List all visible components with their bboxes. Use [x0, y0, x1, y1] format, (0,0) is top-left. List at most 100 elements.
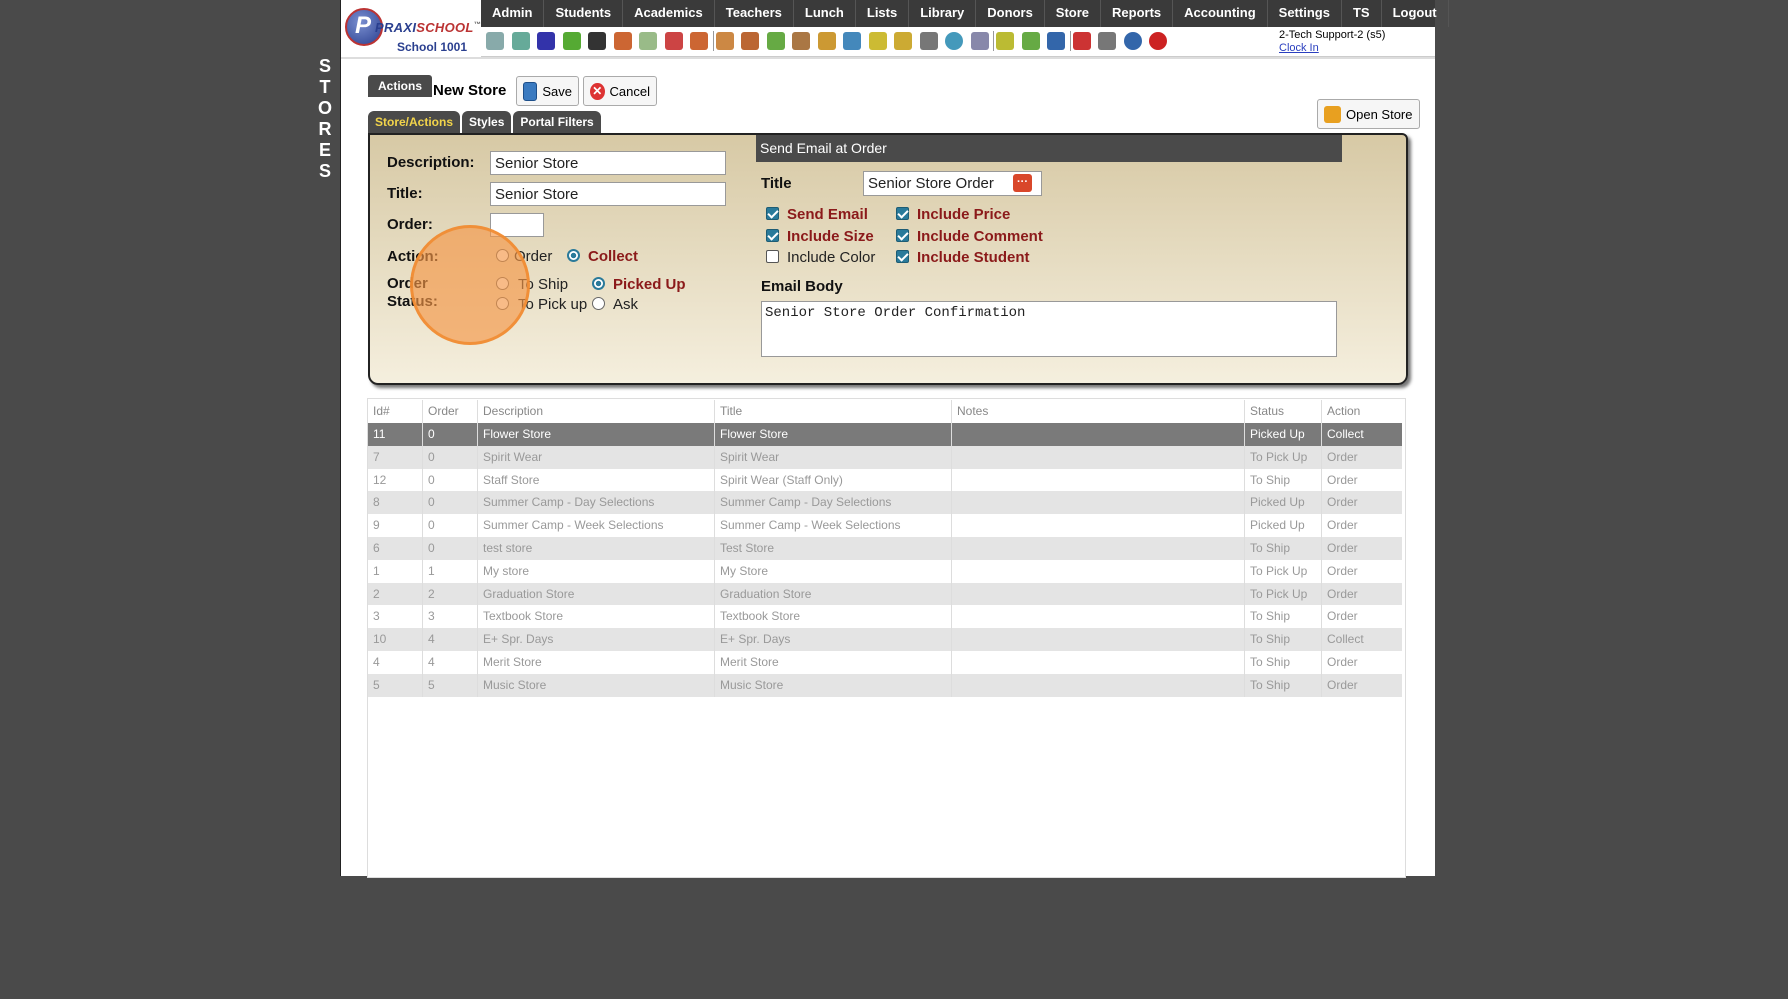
- tab-store-actions[interactable]: Store/Actions: [368, 111, 461, 133]
- table-row[interactable]: 12 0 Staff Store Spirit Wear (Staff Only) To…: [368, 468, 1402, 492]
- help-icon[interactable]: [1123, 32, 1142, 50]
- table-cell: 5: [373, 677, 380, 692]
- speaker-icon[interactable]: [613, 32, 632, 50]
- table-row[interactable]: 1 1 My store My Store To Pick Up Order: [368, 559, 1402, 583]
- table-cell: To Ship: [1244, 673, 1321, 697]
- group-icon[interactable]: [792, 32, 810, 50]
- status-radio-ask[interactable]: [592, 297, 605, 310]
- status-radio-to-pick-up[interactable]: [496, 297, 509, 310]
- actions-tab[interactable]: Actions: [368, 75, 432, 97]
- column-header[interactable]: Action: [1321, 400, 1402, 423]
- table-row[interactable]: 3 3 Textbook Store Textbook Store To Ship Ord…: [368, 605, 1402, 629]
- phone-icon[interactable]: [588, 32, 606, 50]
- send-email-checkbox[interactable]: [766, 207, 779, 220]
- nav-teachers[interactable]: Teachers: [715, 0, 794, 27]
- power-icon[interactable]: [1149, 32, 1167, 50]
- mail-icon[interactable]: [894, 32, 912, 50]
- machine-icon[interactable]: [1098, 32, 1116, 50]
- grid-icon[interactable]: [639, 32, 657, 50]
- table-row[interactable]: 2 2 Graduation Store Graduation Store To Pic…: [368, 582, 1402, 606]
- include-student-checkbox[interactable]: [896, 250, 909, 263]
- nav-ts[interactable]: TS: [1342, 0, 1382, 27]
- calendar-grid-icon[interactable]: [511, 32, 530, 50]
- nav-settings[interactable]: Settings: [1268, 0, 1342, 27]
- table-row[interactable]: 4 4 Merit Store Merit Store To Ship Order: [368, 651, 1402, 674]
- clock-in-link[interactable]: Clock In: [1279, 42, 1385, 55]
- column-header[interactable]: Description: [477, 400, 714, 423]
- include-price-checkbox[interactable]: [896, 207, 909, 220]
- open-store-button[interactable]: Open Store: [1317, 99, 1420, 129]
- nav-accounting[interactable]: Accounting: [1173, 0, 1268, 27]
- column-header[interactable]: Title: [714, 400, 951, 423]
- document-icon[interactable]: [970, 32, 989, 50]
- book-icon[interactable]: [843, 32, 861, 50]
- printer-icon[interactable]: [1021, 32, 1040, 50]
- at-icon[interactable]: [537, 32, 555, 50]
- tab-portal-filters[interactable]: Portal Filters: [513, 111, 601, 133]
- column-header[interactable]: Order: [422, 400, 477, 423]
- column-header[interactable]: Id#: [368, 400, 422, 423]
- table-row[interactable]: 5 5 Music Store Music Store To Ship Order: [368, 673, 1402, 697]
- include-color-label: Include Color: [787, 249, 876, 266]
- chat-icon[interactable]: [562, 32, 581, 50]
- nav-store[interactable]: Store: [1045, 0, 1102, 27]
- nav-lists[interactable]: Lists: [856, 0, 910, 27]
- nav-logout[interactable]: Logout: [1382, 0, 1449, 27]
- email-body-textarea[interactable]: Senior Store Order Confirmation: [761, 301, 1337, 357]
- nav-academics[interactable]: Academics: [623, 0, 715, 27]
- table-row[interactable]: 11 0 Flower Store Flower Store Picked Up Coll…: [368, 423, 1402, 446]
- side-letter: S: [318, 161, 331, 181]
- clock-icon[interactable]: [945, 32, 963, 50]
- table-cell: [951, 423, 1244, 446]
- nav-lunch[interactable]: Lunch: [794, 0, 856, 27]
- order-input[interactable]: [490, 213, 544, 237]
- table-cell: 11: [373, 427, 386, 441]
- praxischool-logo[interactable]: P PRAXISCHOOL™ School 1001: [341, 0, 481, 56]
- table-row[interactable]: 7 0 Spirit Wear Spirit Wear To Pick Up Order: [368, 445, 1402, 469]
- ap-icon[interactable]: [1047, 32, 1065, 50]
- cancel-button[interactable]: ✕ Cancel: [583, 76, 657, 106]
- order-label: Order:: [387, 216, 433, 233]
- include-color-checkbox[interactable]: [766, 250, 779, 263]
- status-radio-to-ship[interactable]: [496, 277, 509, 290]
- column-header[interactable]: Status: [1244, 400, 1321, 423]
- card-icon[interactable]: [996, 32, 1014, 50]
- nav-admin[interactable]: Admin: [481, 0, 545, 27]
- save-button[interactable]: Save: [516, 76, 579, 106]
- table-row[interactable]: 9 0 Summer Camp - Week Selections Summer Ca…: [368, 514, 1402, 538]
- include-comment-checkbox[interactable]: [896, 229, 909, 242]
- tab-styles[interactable]: Styles: [462, 111, 512, 133]
- calendar-icon[interactable]: [664, 32, 683, 50]
- search-icon[interactable]: [486, 32, 504, 50]
- megaphone-icon[interactable]: [690, 32, 708, 50]
- pencil-icon[interactable]: [766, 32, 785, 50]
- table-cell: 10: [373, 632, 387, 647]
- include-student-label: Include Student: [917, 249, 1030, 266]
- status-radio-picked-up[interactable]: [592, 277, 605, 290]
- lunch-icon[interactable]: [817, 32, 836, 50]
- table-row[interactable]: 8 0 Summer Camp - Day Selections Summer Cam…: [368, 491, 1402, 515]
- more-options-icon[interactable]: ···: [1013, 174, 1032, 192]
- table-row[interactable]: 10 4 E+ Spr. Days E+ Spr. Days To Ship Collec…: [368, 628, 1402, 652]
- column-header[interactable]: Notes: [951, 400, 1244, 423]
- title-input[interactable]: [490, 182, 726, 206]
- table-cell: 5: [422, 673, 477, 697]
- nav-library[interactable]: Library: [909, 0, 977, 27]
- action-radio-order[interactable]: [496, 249, 509, 262]
- nav-reports[interactable]: Reports: [1101, 0, 1174, 27]
- description-input[interactable]: [490, 151, 726, 175]
- nav-students[interactable]: Students: [544, 0, 624, 27]
- table-cell: [951, 673, 1244, 697]
- include-size-checkbox[interactable]: [766, 229, 779, 242]
- action-radio-collect[interactable]: [567, 249, 580, 262]
- side-letter: S: [318, 56, 331, 76]
- table-row[interactable]: 6 0 test store Test Store To Ship Order: [368, 537, 1402, 560]
- nav-donors[interactable]: Donors: [976, 0, 1045, 27]
- bell-icon[interactable]: [868, 32, 887, 50]
- cancel-label: Cancel: [609, 83, 650, 99]
- teacher-icon[interactable]: [741, 32, 759, 50]
- pdf-icon[interactable]: [1072, 32, 1091, 50]
- user-icon[interactable]: [919, 32, 938, 50]
- table-cell: Merit Store: [714, 651, 951, 674]
- person-icon[interactable]: [715, 32, 734, 50]
